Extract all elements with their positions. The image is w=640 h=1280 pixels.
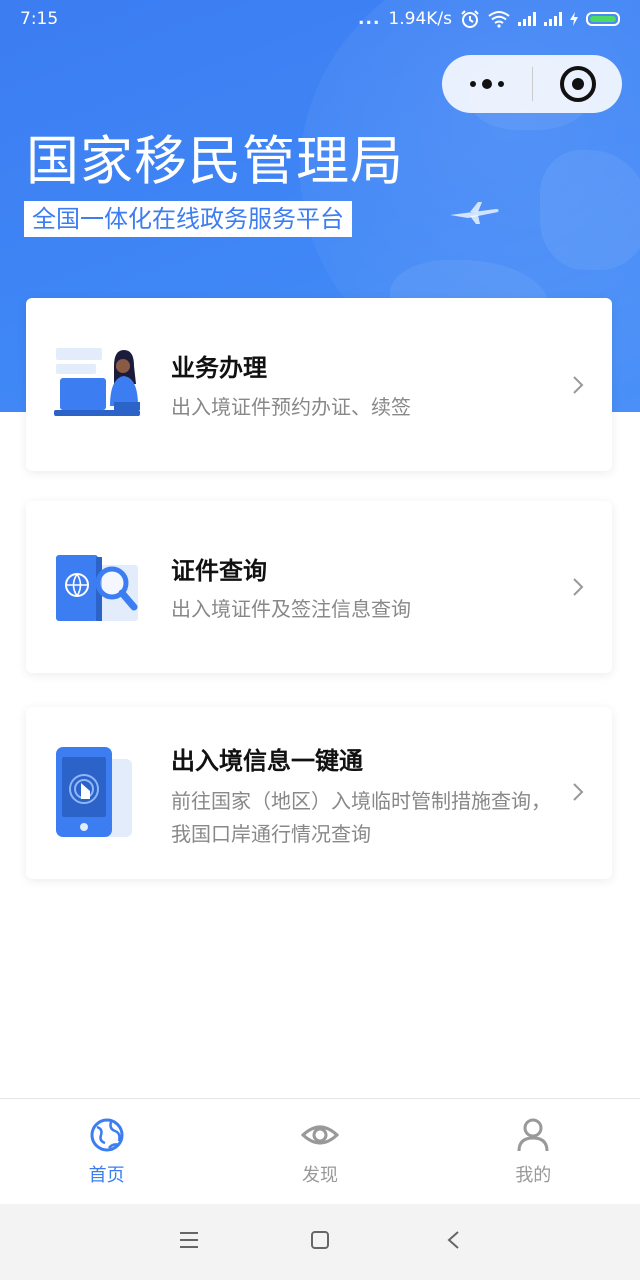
hero-title: 国家移民管理局 <box>26 131 404 192</box>
system-navigation-bar <box>0 1204 640 1280</box>
signal-icon <box>518 12 536 26</box>
hero-subtitle: 全国一体化在线政务服务平台 <box>24 201 352 237</box>
status-bar: 7:15 ... 1.94K/s <box>0 0 640 40</box>
business-handling-illustration <box>54 348 140 416</box>
document-search-illustration <box>56 555 138 621</box>
home-square-icon[interactable] <box>310 1230 330 1250</box>
network-speed: 1.94K/s <box>388 9 452 29</box>
tab-discover[interactable]: 发现 <box>213 1099 426 1204</box>
miniprogram-capsule <box>442 55 622 113</box>
eye-icon <box>300 1125 339 1145</box>
tab-mine[interactable]: 我的 <box>427 1099 640 1204</box>
chevron-right-icon <box>573 578 584 596</box>
wifi-icon <box>488 11 510 28</box>
card-description: 出入境证件预约办证、续签 <box>171 395 411 419</box>
status-right: ... 1.94K/s <box>358 9 620 29</box>
card-entry-exit-info[interactable]: 出入境信息一键通 前往国家（地区）入境临时管制措施查询，我国口岸通行情况查询 <box>26 707 612 879</box>
signal-icon <box>544 12 562 26</box>
battery-icon <box>586 12 620 26</box>
card-description: 出入境证件及签注信息查询 <box>171 597 411 621</box>
chevron-right-icon <box>573 376 584 394</box>
card-title: 出入境信息一键通 <box>171 747 363 775</box>
bottom-tab-bar: 首页 发现 我的 <box>0 1098 640 1204</box>
tab-label: 首页 <box>88 1165 125 1186</box>
card-title: 业务办理 <box>171 354 267 382</box>
more-icon[interactable] <box>442 55 531 113</box>
menu-icon[interactable] <box>178 1230 200 1250</box>
tab-label: 我的 <box>515 1165 552 1186</box>
card-business-handling[interactable]: 业务办理 出入境证件预约办证、续签 <box>26 298 612 471</box>
chevron-right-icon <box>573 783 584 801</box>
card-description: 前往国家（地区）入境临时管制措施查询，我国口岸通行情况查询 <box>171 789 551 846</box>
phone-touch-illustration <box>56 747 132 837</box>
close-miniprogram-icon[interactable] <box>560 66 596 102</box>
back-icon[interactable] <box>446 1230 460 1250</box>
globe-icon <box>90 1118 124 1152</box>
tab-label: 发现 <box>301 1165 338 1186</box>
user-icon <box>517 1118 549 1152</box>
tab-home[interactable]: 首页 <box>0 1099 213 1204</box>
map-decoration <box>540 150 640 270</box>
charging-icon <box>570 12 578 26</box>
status-time: 7:15 <box>20 9 59 29</box>
capsule-divider <box>532 67 533 101</box>
alarm-icon <box>461 10 479 28</box>
card-title: 证件查询 <box>171 557 267 585</box>
card-document-query[interactable]: 证件查询 出入境证件及签注信息查询 <box>26 501 612 673</box>
status-dots: ... <box>358 9 381 29</box>
airplane-icon <box>450 202 499 224</box>
